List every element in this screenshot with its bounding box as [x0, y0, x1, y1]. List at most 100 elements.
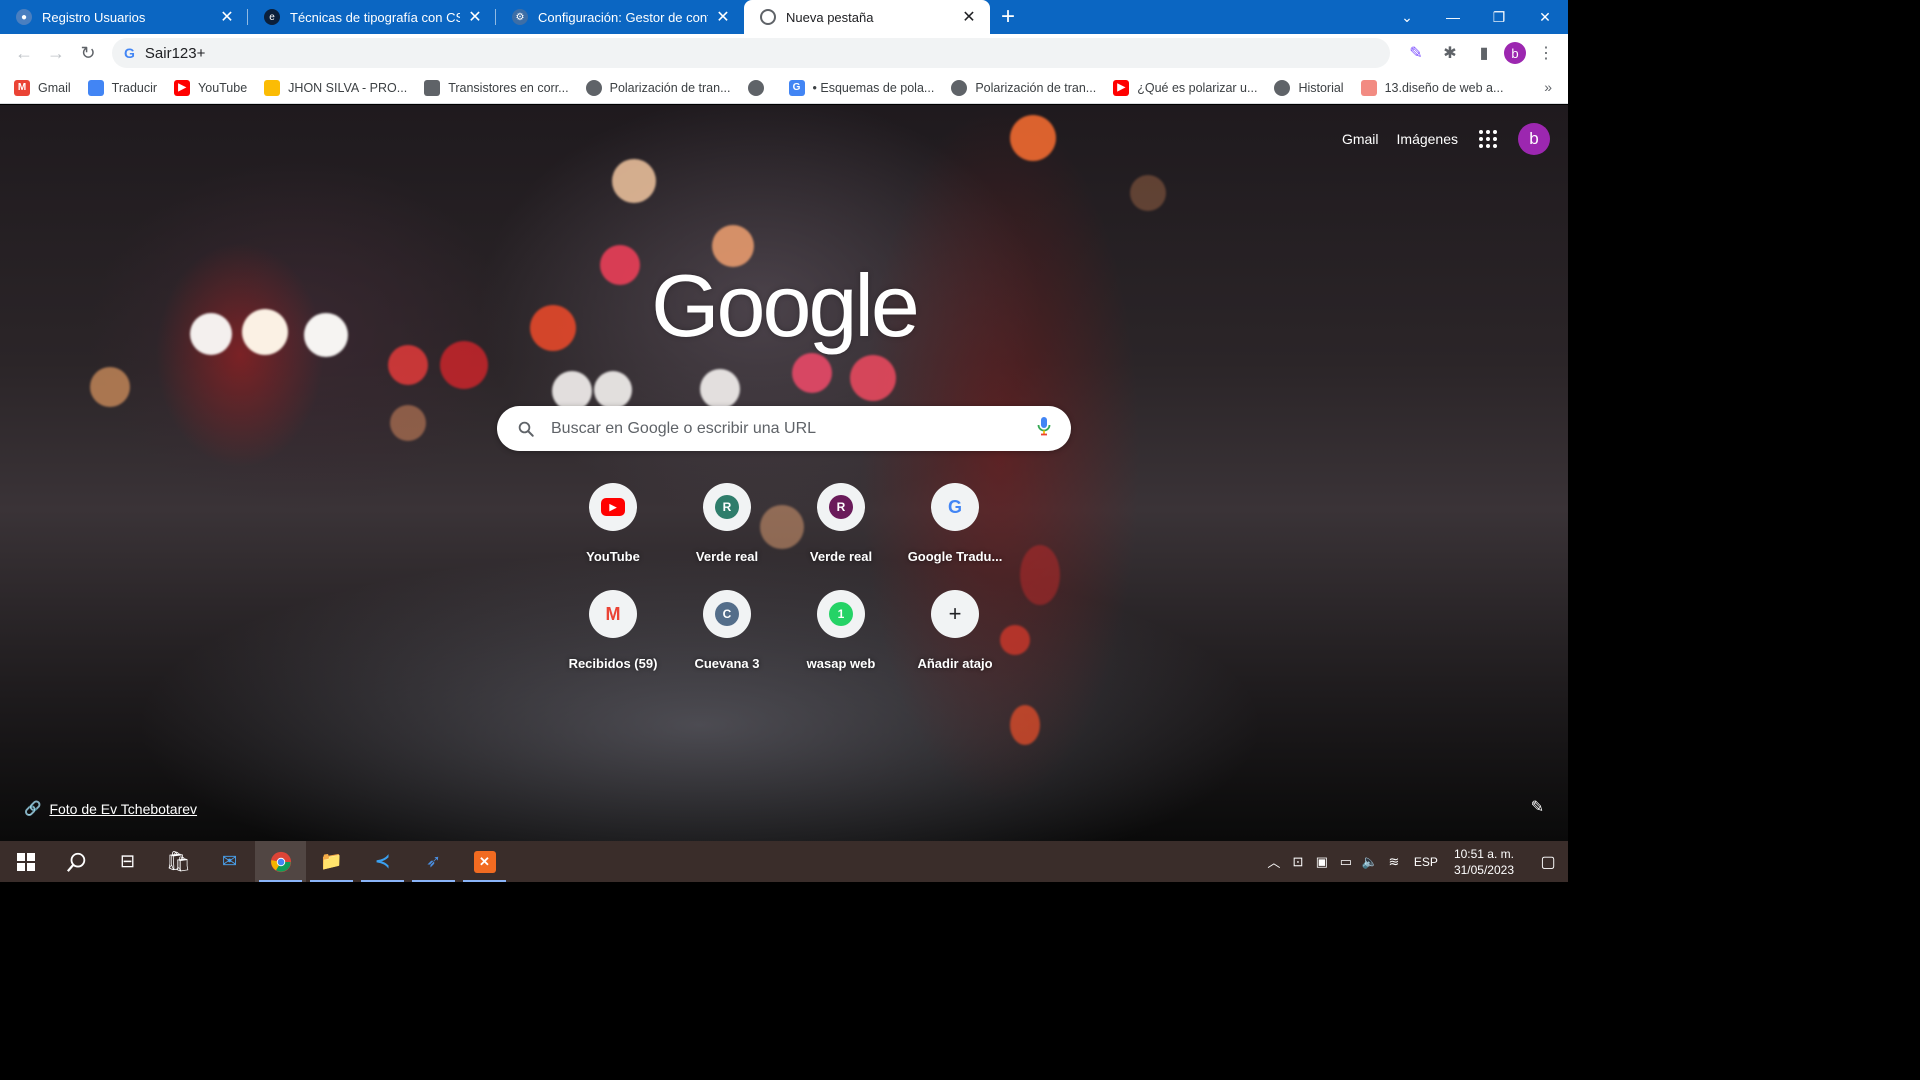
tab-tecnicas-tipografia[interactable]: e Técnicas de tipografía con CSS ✕	[248, 0, 496, 34]
language-indicator[interactable]: ESP	[1414, 855, 1438, 869]
shortcut-tile[interactable]: M Recibidos (59)	[556, 590, 670, 671]
menu-icon[interactable]: ⋮	[1532, 39, 1560, 67]
bookmark-item[interactable]	[747, 79, 772, 96]
apps-grid-icon[interactable]	[1476, 127, 1500, 151]
plus-icon: +	[948, 601, 962, 626]
close-window-button[interactable]: ✕	[1522, 0, 1568, 34]
chevron-up-icon[interactable]: ︿	[1262, 852, 1286, 871]
close-icon[interactable]: ✕	[714, 8, 732, 26]
close-icon[interactable]: ✕	[466, 8, 484, 26]
shortcut-tile[interactable]: R Verde real	[670, 483, 784, 564]
shortcut-label: Google Tradu...	[907, 549, 1003, 564]
bookmark-item[interactable]: JHON SILVA - PRO...	[264, 79, 408, 96]
wifi-icon[interactable]: ≋	[1382, 854, 1406, 870]
letter-c-icon: C	[715, 602, 739, 626]
shortcuts-grid: ▶ YouTube R Verde real R Verde real G Google Tr…	[556, 483, 1012, 671]
tab-configuracion[interactable]: ⚙ Configuración: Gestor de contras ✕	[496, 0, 744, 34]
tab-title: Técnicas de tipografía con CSS	[290, 9, 460, 25]
new-tab-button[interactable]: +	[990, 0, 1026, 34]
volume-icon[interactable]: 🔈	[1358, 854, 1382, 870]
shortcut-tile[interactable]: + Añadir atajo	[898, 590, 1012, 671]
meet-icon[interactable]: ▣	[1310, 854, 1334, 870]
folder-icon	[264, 79, 281, 96]
tab-title: Configuración: Gestor de contras	[538, 9, 708, 25]
xampp-icon[interactable]: ✕	[459, 841, 510, 882]
tab-registro-usuarios[interactable]: ● Registro Usuarios ✕	[0, 0, 248, 34]
back-button[interactable]: ←	[8, 37, 40, 69]
address-bar[interactable]: G Sair123+	[112, 38, 1390, 68]
bookmark-label: Gmail	[38, 80, 71, 95]
shortcut-icon-circle: C	[703, 590, 751, 638]
bookmark-label: JHON SILVA - PRO...	[288, 80, 408, 95]
shortcut-label: YouTube	[586, 549, 640, 564]
gmail-link[interactable]: Gmail	[1342, 131, 1379, 147]
shortcut-tile[interactable]: 1 wasap web	[784, 590, 898, 671]
search-icon[interactable]	[51, 841, 102, 882]
bookmark-label: ¿Qué es polarizar u...	[1137, 80, 1258, 95]
photo-credit[interactable]: 🔗 Foto de Ev Tchebotarev	[24, 800, 197, 817]
bookmark-item[interactable]: Polarización de tran...	[951, 79, 1096, 96]
tab-nueva-pestana[interactable]: Nueva pestaña ✕	[744, 0, 990, 34]
clock-time: 10:51 a. m.	[1453, 846, 1514, 861]
bookmark-item[interactable]: Historial	[1274, 79, 1344, 96]
bookmark-item[interactable]: Traducir	[87, 79, 157, 96]
google-icon: G	[124, 45, 135, 61]
bookmark-label: Transistores en corr...	[448, 80, 569, 95]
shortcut-tile[interactable]: R Verde real	[784, 483, 898, 564]
close-icon[interactable]: ✕	[960, 8, 978, 26]
bookmark-item[interactable]: ▶ ¿Qué es polarizar u...	[1113, 79, 1258, 96]
extension-icon[interactable]: ✎	[1402, 39, 1430, 67]
globe-icon	[585, 79, 602, 96]
bookmark-item[interactable]: ▶ YouTube	[174, 79, 247, 96]
puzzle-icon[interactable]: ✱	[1436, 39, 1464, 67]
shortcut-tile[interactable]: C Cuevana 3	[670, 590, 784, 671]
shortcut-tile[interactable]: ▶ YouTube	[556, 483, 670, 564]
close-icon[interactable]: ✕	[218, 8, 236, 26]
camera-icon[interactable]: ⊡	[1286, 854, 1310, 870]
bookmarks-overflow-icon[interactable]: »	[1544, 79, 1552, 95]
search-box[interactable]	[497, 406, 1071, 451]
dolphin-icon[interactable]: ➶	[408, 841, 459, 882]
chrome-icon	[760, 9, 776, 25]
file-explorer-icon[interactable]: 📁	[306, 841, 357, 882]
shortcut-icon-circle: R	[817, 483, 865, 531]
reload-button[interactable]: ↻	[72, 37, 104, 69]
chrome-taskbar-icon[interactable]	[255, 841, 306, 882]
task-view-icon[interactable]: ⊟	[102, 841, 153, 882]
bookmark-label: Polarización de tran...	[609, 80, 731, 95]
customize-pencil-icon[interactable]: ✎	[1531, 797, 1544, 817]
start-button[interactable]	[0, 841, 51, 882]
clock[interactable]: 10:51 a. m. 31/05/2023	[1454, 846, 1514, 878]
notification-icon[interactable]: ▢	[1528, 841, 1568, 882]
bookmark-item[interactable]: Transistores en corr...	[424, 79, 569, 96]
gmail-icon: M	[605, 603, 621, 624]
shortcut-tile[interactable]: G Google Tradu...	[898, 483, 1012, 564]
minimize-button[interactable]: —	[1430, 0, 1476, 34]
address-text: Sair123+	[144, 44, 206, 62]
globe-icon	[747, 79, 764, 96]
search-input[interactable]	[551, 419, 1037, 438]
restore-button[interactable]: ❐	[1476, 0, 1522, 34]
forward-button[interactable]: →	[40, 37, 72, 69]
bookmark-label: Historial	[1298, 80, 1344, 95]
side-panel-icon[interactable]: ▮	[1470, 39, 1498, 67]
microphone-icon[interactable]	[1037, 416, 1051, 441]
bookmark-item[interactable]: G • Esquemas de pola...	[788, 79, 935, 96]
mail-icon[interactable]: ✉	[204, 841, 255, 882]
search-icon	[517, 419, 537, 439]
account-avatar[interactable]: b	[1518, 123, 1550, 155]
letter-r-icon: R	[829, 495, 853, 519]
bookmark-item[interactable]: M Gmail	[14, 79, 71, 96]
images-link[interactable]: Imágenes	[1397, 131, 1458, 147]
tab-search-icon[interactable]: ⌄	[1384, 0, 1430, 34]
profile-avatar[interactable]: b	[1504, 42, 1526, 64]
battery-icon[interactable]: ▭	[1334, 854, 1358, 870]
shortcut-icon-circle: M	[589, 590, 637, 638]
bookmark-item[interactable]: Polarización de tran...	[585, 79, 731, 96]
shortcut-icon-circle: +	[931, 590, 979, 638]
window-controls: ⌄ — ❐ ✕	[1384, 0, 1568, 34]
vscode-icon[interactable]: ≺	[357, 841, 408, 882]
bookmark-item[interactable]: 13.diseño de web a...	[1360, 79, 1503, 96]
bookmark-label: • Esquemas de pola...	[812, 80, 935, 95]
store-icon[interactable]: 🛍	[153, 841, 204, 882]
